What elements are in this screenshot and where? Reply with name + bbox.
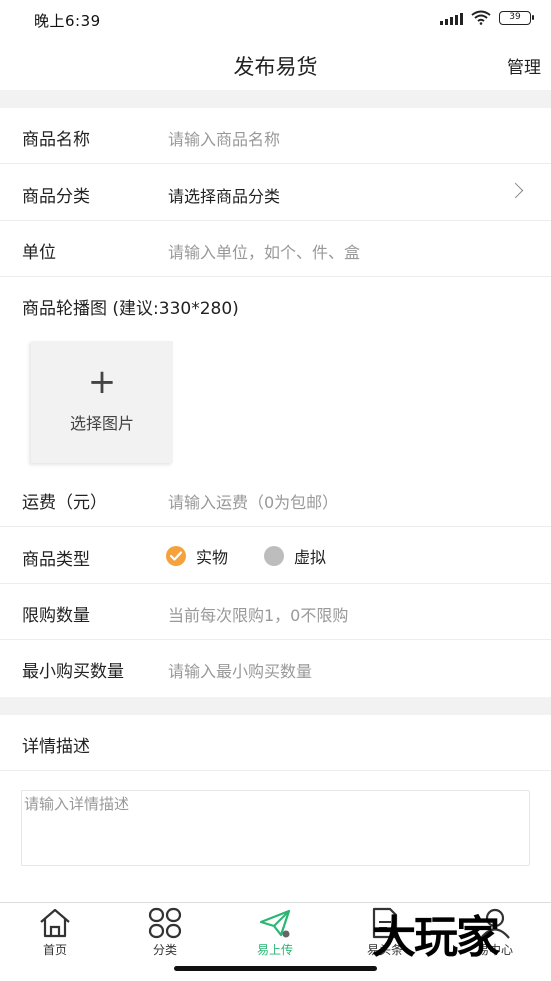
radio-physical[interactable]: 实物 <box>166 544 228 568</box>
purchase-limit-input[interactable]: 当前每次限购1，0不限购 <box>168 602 348 626</box>
tab-home-label: 首页 <box>42 943 67 957</box>
tab-upload[interactable]: 易上传 <box>220 903 330 963</box>
min-quantity-label: 最小购买数量 <box>22 662 124 682</box>
select-image-label: 选择图片 <box>69 414 134 433</box>
product-category-label: 商品分类 <box>22 187 90 207</box>
tab-category-label: 分类 <box>152 943 177 957</box>
description-placeholder: 请输入详情描述 <box>24 795 130 813</box>
product-name-input[interactable]: 请输入商品名称 <box>168 126 280 150</box>
select-image-button[interactable]: + 选择图片 <box>31 341 173 463</box>
nav-bar: 发布易货 管理 <box>0 40 551 90</box>
category-grid-icon <box>148 907 182 939</box>
product-type-row: 商品类型 实物 虚拟 <box>0 528 551 584</box>
paper-plane-icon <box>259 909 291 938</box>
product-category-row[interactable]: 商品分类 请选择商品分类 <box>0 165 551 221</box>
home-indicator[interactable] <box>174 966 377 971</box>
status-time: 晚上6:39 <box>34 12 101 30</box>
shipping-row[interactable]: 运费（元） 请输入运费（0为包邮） <box>0 471 551 527</box>
status-icons: 39 <box>440 10 534 25</box>
radio-unchecked-icon <box>264 546 285 566</box>
shipping-input[interactable]: 请输入运费（0为包邮） <box>168 489 338 513</box>
chevron-right-icon <box>507 182 524 199</box>
description-row: 详情描述 <box>0 715 551 771</box>
radio-virtual[interactable]: 虚拟 <box>264 544 326 568</box>
product-name-row[interactable]: 商品名称 请输入商品名称 <box>0 108 551 164</box>
section-divider <box>0 697 551 715</box>
purchase-limit-row[interactable]: 限购数量 当前每次限购1，0不限购 <box>0 584 551 640</box>
unit-label: 单位 <box>22 243 56 263</box>
radio-virtual-label: 虚拟 <box>294 548 327 567</box>
status-bar: 晚上6:39 39 <box>0 0 551 40</box>
watermark: 大玩家 <box>372 912 500 963</box>
signal-icon <box>440 11 463 25</box>
product-type-label: 商品类型 <box>22 550 90 570</box>
min-quantity-row[interactable]: 最小购买数量 请输入最小购买数量 <box>0 640 551 696</box>
min-quantity-input[interactable]: 请输入最小购买数量 <box>168 658 312 682</box>
product-type-radio-group: 实物 虚拟 <box>166 544 362 568</box>
check-icon <box>166 546 186 566</box>
wifi-icon <box>471 10 491 25</box>
product-name-label: 商品名称 <box>22 130 90 150</box>
description-label: 详情描述 <box>22 737 90 757</box>
plus-icon: + <box>87 362 117 402</box>
unit-row[interactable]: 单位 请输入单位，如个、件、盒 <box>0 221 551 277</box>
purchase-limit-label: 限购数量 <box>22 606 90 626</box>
manage-button[interactable]: 管理 <box>507 53 541 78</box>
shipping-label: 运费（元） <box>22 493 107 513</box>
carousel-label: 商品轮播图 (建议:330*280) <box>22 299 239 319</box>
radio-physical-label: 实物 <box>196 548 229 567</box>
page-title: 发布易货 <box>233 55 318 79</box>
section-divider <box>0 90 551 108</box>
unit-input[interactable]: 请输入单位，如个、件、盒 <box>168 239 360 263</box>
carousel-row: 商品轮播图 (建议:330*280) <box>0 277 551 333</box>
description-textarea[interactable]: 请输入详情描述 <box>21 790 530 866</box>
tab-category[interactable]: 分类 <box>110 903 220 963</box>
battery-icon: 39 <box>499 10 534 25</box>
product-category-select[interactable]: 请选择商品分类 <box>168 183 280 207</box>
tab-upload-label: 易上传 <box>256 943 293 957</box>
tab-home[interactable]: 首页 <box>0 903 110 963</box>
home-icon <box>40 908 70 938</box>
